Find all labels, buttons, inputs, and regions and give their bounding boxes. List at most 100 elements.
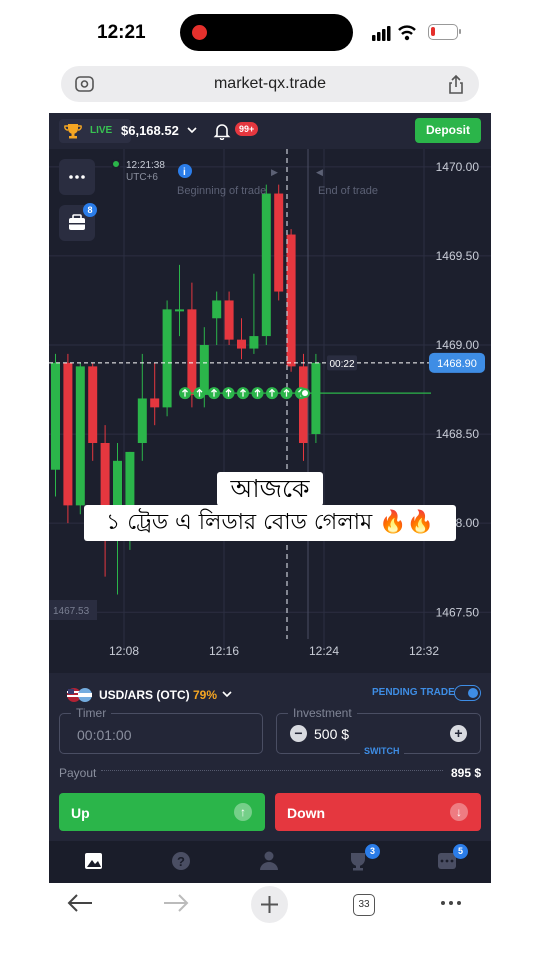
investment-value[interactable]: 500 $ <box>314 726 349 742</box>
dynamic-island <box>180 14 353 51</box>
candle-body <box>150 398 160 408</box>
asset-name[interactable]: USD/ARS (OTC) <box>99 688 190 702</box>
payout-label: Payout <box>59 766 97 780</box>
back-arrow-icon[interactable] <box>67 894 92 912</box>
candle-body <box>175 309 184 312</box>
url-text[interactable]: market-qx.trade <box>61 75 479 93</box>
notification-badge: 99+ <box>235 122 259 136</box>
app-header: LIVE $6,168.52 99+ Deposit <box>49 113 491 149</box>
battery-icon <box>428 24 461 40</box>
beginning-arrow-icon: ▶ <box>271 167 278 177</box>
investment-label: Investment <box>288 706 357 720</box>
candle-body <box>137 398 147 443</box>
chart-canvas[interactable]: 1470.001469.501469.001468.501468.001467.… <box>49 149 491 673</box>
pending-trade-label: PENDING TRADE <box>372 687 455 698</box>
y-tick-label: 1469.50 <box>436 249 480 263</box>
countdown-tag: 00:22 <box>327 355 357 371</box>
address-bar[interactable]: market-qx.trade <box>61 66 479 102</box>
svg-text:00:22: 00:22 <box>329 359 354 370</box>
account-balance[interactable]: $6,168.52 <box>121 123 179 138</box>
candle-body <box>237 339 246 349</box>
candle-body <box>261 193 271 337</box>
caption-line-2: ১ ট্রেড এ লিডার বোড গেলাম 🔥🔥 <box>84 505 456 541</box>
minus-icon[interactable]: − <box>290 725 307 742</box>
switch-button[interactable]: SWITCH <box>360 746 404 756</box>
live-dot-icon <box>111 159 121 169</box>
app-nav-icons: ? <box>85 851 456 871</box>
browser-toolbar: 33 <box>49 883 491 960</box>
x-tick-label: 12:16 <box>209 644 239 658</box>
candle-body <box>224 300 234 340</box>
down-button[interactable]: Down ↓ <box>275 793 481 831</box>
signal-wifi-icon <box>372 25 416 41</box>
chat-badge: 5 <box>453 844 468 859</box>
chevron-down-icon[interactable] <box>186 125 198 135</box>
candle-body <box>75 366 85 506</box>
status-bar: 12:21 <box>49 0 491 64</box>
current-price-tag: 1468.90 <box>429 352 485 373</box>
candle-body <box>286 234 296 367</box>
candle-body <box>63 362 73 506</box>
payout-value: 895 $ <box>450 766 481 780</box>
deposit-button[interactable]: Deposit <box>415 118 481 143</box>
timer-label: Timer <box>71 706 112 720</box>
end-of-trade-label: End of trade <box>318 185 378 197</box>
candle-body <box>162 309 172 408</box>
chevron-down-icon[interactable] <box>221 689 233 699</box>
app-bottom-nav: ? 3 5 <box>49 841 491 883</box>
profile-icon[interactable] <box>260 851 278 871</box>
payout-divider <box>101 770 443 771</box>
arrow-down-icon: ↓ <box>450 803 468 821</box>
x-tick-label: 12:32 <box>409 644 439 658</box>
beginning-of-trade-label: Beginning of trade <box>177 185 266 197</box>
svg-text:1468.90: 1468.90 <box>437 358 477 370</box>
candle-body <box>212 300 222 319</box>
x-tick-label: 12:08 <box>109 644 139 658</box>
y-tick-label: 1468.50 <box>436 427 480 441</box>
more-icon[interactable] <box>441 901 461 905</box>
candle-body <box>311 362 321 435</box>
forward-arrow-icon[interactable] <box>164 894 189 912</box>
x-tick-label: 12:24 <box>309 644 339 658</box>
candle-body <box>187 309 197 395</box>
plus-icon <box>261 896 278 913</box>
share-icon[interactable] <box>447 74 465 94</box>
investment-field[interactable]: Investment − 500 $ + SWITCH <box>276 706 481 756</box>
y-tick-label: 1467.50 <box>436 605 480 619</box>
recording-indicator-icon <box>192 25 207 40</box>
pending-trade-toggle[interactable] <box>454 685 481 701</box>
status-time: 12:21 <box>97 22 146 43</box>
up-label: Up <box>71 805 90 821</box>
chart-menu-button[interactable] <box>59 159 95 195</box>
timer-value[interactable]: 00:01:00 <box>77 727 132 743</box>
help-icon[interactable]: ? <box>172 852 190 870</box>
end-arrow-icon: ◀ <box>316 167 323 177</box>
new-tab-button[interactable] <box>251 886 288 923</box>
server-clock: 12:21:38 <box>126 160 165 171</box>
caption-line-1: আজকে <box>217 472 323 506</box>
currency-flags-icon <box>67 688 92 702</box>
y-tick-label: 1470.00 <box>436 160 480 174</box>
svg-text:?: ? <box>177 854 185 869</box>
plus-icon[interactable]: + <box>450 725 467 742</box>
up-button[interactable]: Up ↑ <box>59 793 265 831</box>
more-dots-icon <box>69 175 85 179</box>
timezone-label: UTC+6 <box>126 172 158 183</box>
low-price-tag: 1467.53 <box>53 606 90 617</box>
price-chart[interactable]: 1470.00 1469.50 1469.00 1468.50 1468.00 1467.… <box>49 149 491 673</box>
trophy-icon[interactable] <box>351 853 365 871</box>
chart-icon[interactable] <box>85 853 102 869</box>
arrow-up-icon: ↑ <box>234 803 252 821</box>
candle-body <box>51 362 60 470</box>
y-tick-label: 1469.00 <box>436 338 480 352</box>
candle-body <box>274 193 284 292</box>
candle-body <box>249 336 259 349</box>
down-label: Down <box>287 805 326 821</box>
trophy-badge: 3 <box>365 844 380 859</box>
payout-percent: 79% <box>193 688 218 702</box>
tabs-button[interactable]: 33 <box>353 894 375 916</box>
timer-field[interactable]: Timer 00:01:00 <box>59 706 263 754</box>
candle-body <box>299 366 308 443</box>
bell-icon[interactable] <box>213 122 231 140</box>
account-mode-label: LIVE <box>90 125 113 136</box>
